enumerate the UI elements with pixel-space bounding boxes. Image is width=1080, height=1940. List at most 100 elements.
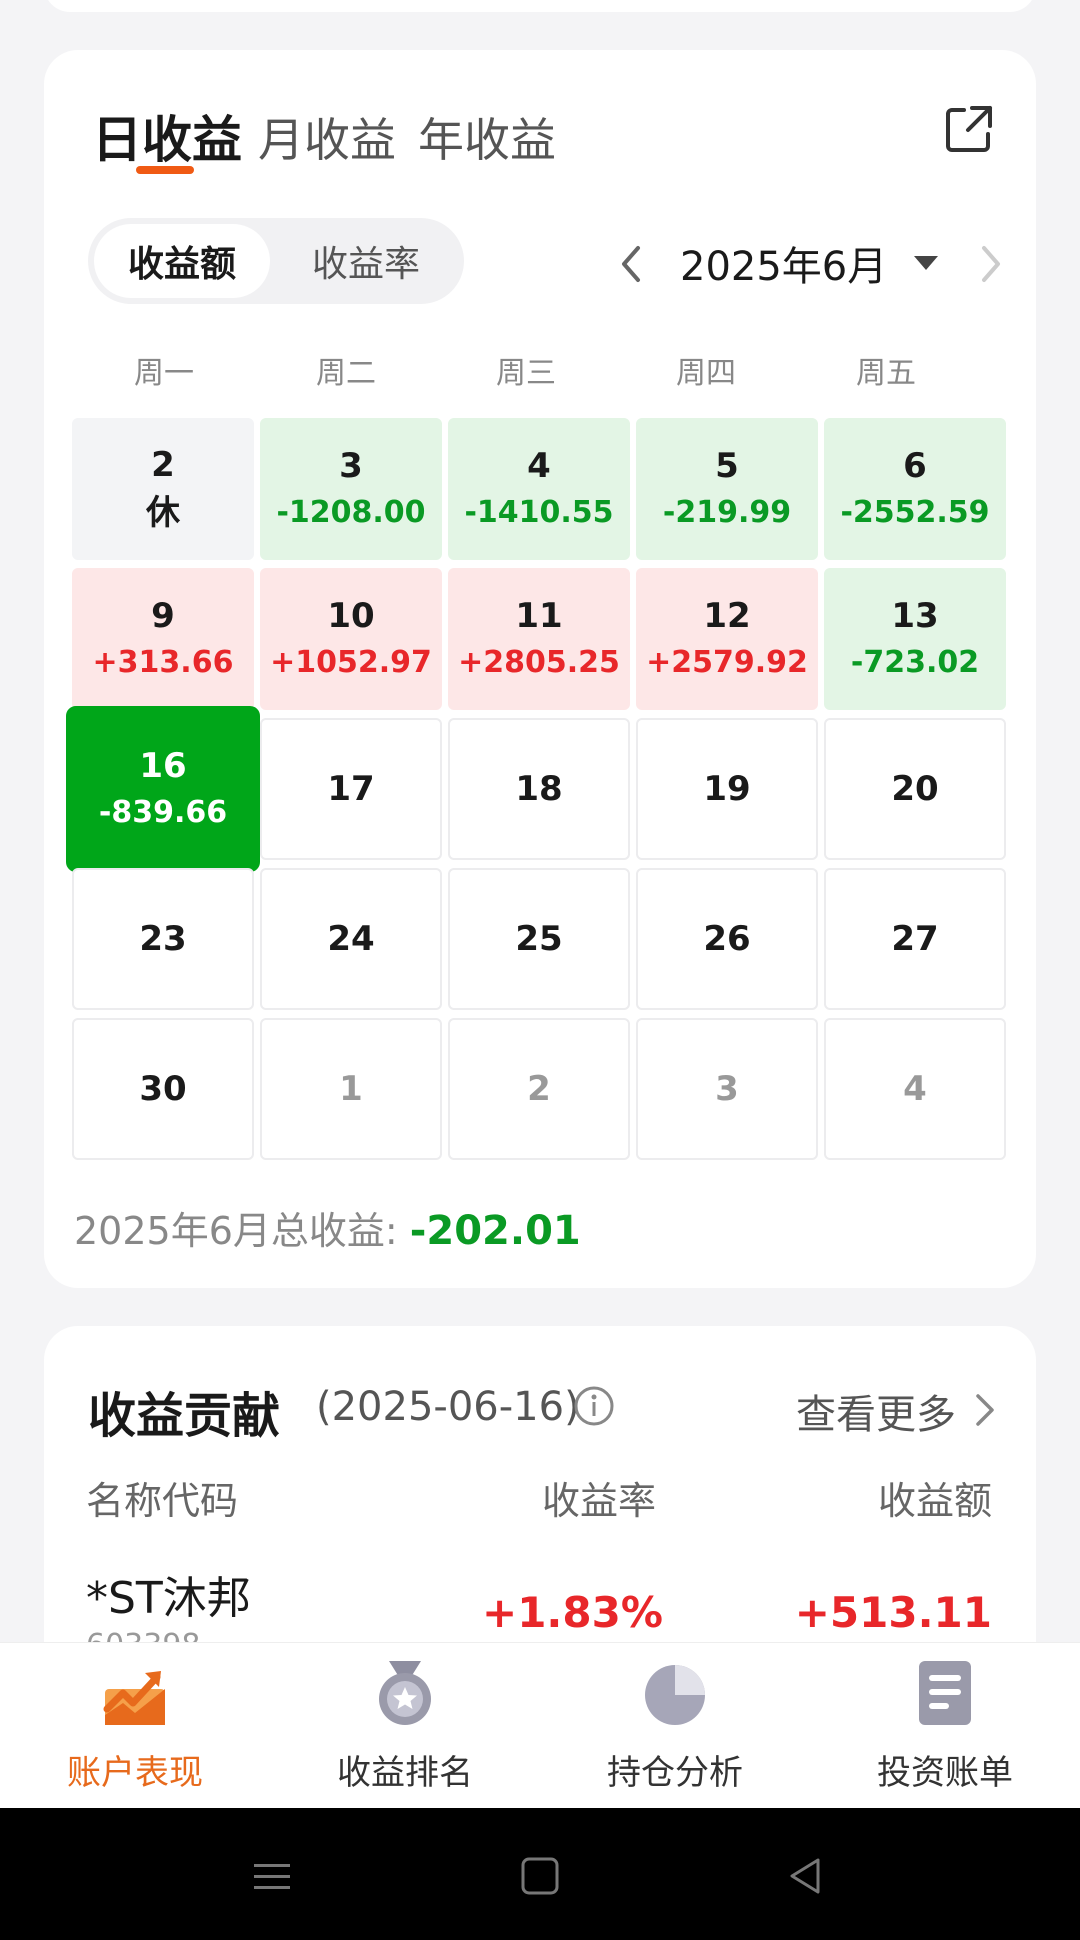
- calendar-day-cell[interactable]: 3: [636, 1018, 818, 1160]
- toggle-amount[interactable]: 收益额: [94, 224, 270, 298]
- share-icon[interactable]: [940, 100, 998, 158]
- day-earnings: +1052.97: [270, 645, 432, 680]
- day-number: 16: [139, 746, 187, 786]
- calendar-day-cell[interactable]: 12 +2579.92: [636, 568, 818, 710]
- holding-rate: +1.83%: [482, 1588, 663, 1637]
- tab-yearly[interactable]: 年收益: [418, 104, 556, 170]
- calendar-day-cell[interactable]: 13 -723.02: [824, 568, 1006, 710]
- column-header-amount[interactable]: 收益额: [878, 1470, 992, 1525]
- prev-month-chevron-icon[interactable]: [610, 234, 654, 294]
- column-header-name: 名称代码: [86, 1479, 239, 1523]
- day-number: 19: [703, 769, 751, 809]
- nav-holdings-analysis[interactable]: 持仓分析: [540, 1643, 810, 1809]
- nav-label-investment-bill: 投资账单: [877, 1753, 1013, 1793]
- column-header-rate[interactable]: 收益率: [542, 1470, 656, 1525]
- active-tab-underline: [136, 166, 194, 174]
- day-earnings: -1410.55: [464, 495, 614, 530]
- day-number: 10: [327, 596, 375, 636]
- day-earnings: +2805.25: [458, 645, 620, 680]
- calendar-day-cell[interactable]: 23: [72, 868, 254, 1010]
- day-earnings: -839.66: [98, 795, 228, 830]
- calendar-day-cell[interactable]: 4 -1410.55: [448, 418, 630, 560]
- medal-icon: [379, 1661, 431, 1725]
- calendar-day-cell[interactable]: 18: [448, 718, 630, 860]
- holiday-label: 休: [146, 493, 180, 533]
- contribution-date: (2025-06-16): [316, 1384, 580, 1430]
- contribution-title: 收益贡献: [88, 1388, 281, 1444]
- nav-label-account-performance: 账户表现: [67, 1753, 203, 1793]
- calendar-day-cell[interactable]: 25: [448, 868, 630, 1010]
- day-earnings: +2579.92: [646, 645, 808, 680]
- calendar-day-cell[interactable]: 2: [448, 1018, 630, 1160]
- nav-investment-bill[interactable]: 投资账单: [810, 1643, 1080, 1809]
- bottom-nav: 账户表现 收益排名 持仓分析 投资账单: [0, 1642, 1080, 1808]
- day-number: 11: [515, 596, 563, 636]
- nav-label-holdings-analysis: 持仓分析: [607, 1753, 743, 1793]
- calendar-day-cell[interactable]: 11 +2805.25: [448, 568, 630, 710]
- day-earnings: -2552.59: [840, 495, 990, 530]
- calendar-day-cell[interactable]: 10 +1052.97: [260, 568, 442, 710]
- top-card-edge: [44, 0, 1036, 12]
- calendar-day-cell[interactable]: 27: [824, 868, 1006, 1010]
- calendar-day-cell[interactable]: 17: [260, 718, 442, 860]
- day-number: 24: [327, 919, 375, 959]
- day-number: 23: [139, 919, 187, 959]
- calendar-day-cell[interactable]: 20: [824, 718, 1006, 860]
- day-number: 5: [715, 446, 739, 486]
- calendar-day-cell[interactable]: 16 -839.66: [66, 706, 260, 872]
- home-icon[interactable]: [518, 1854, 562, 1898]
- month-total-label: 2025年6月总收益:: [74, 1209, 410, 1253]
- nav-account-performance[interactable]: 账户表现: [0, 1643, 270, 1809]
- view-more-link[interactable]: 查看更多: [796, 1382, 956, 1440]
- tab-monthly[interactable]: 月收益: [258, 104, 396, 170]
- chevron-right-icon[interactable]: [972, 1390, 998, 1430]
- next-month-chevron-icon[interactable]: [968, 234, 1012, 294]
- weekday-label: 周三: [496, 356, 556, 391]
- day-number: 3: [339, 446, 363, 486]
- calendar-day-cell[interactable]: 19: [636, 718, 818, 860]
- holding-amount: +513.11: [794, 1588, 992, 1637]
- calendar-day-cell[interactable]: 3 -1208.00: [260, 418, 442, 560]
- day-earnings: -1208.00: [276, 495, 426, 530]
- weekday-label: 周五: [856, 356, 916, 391]
- day-number: 9: [151, 596, 175, 636]
- month-total-amount: -202.01: [409, 1208, 581, 1254]
- nav-earnings-ranking[interactable]: 收益排名: [270, 1643, 540, 1809]
- calendar-day-cell[interactable]: 26: [636, 868, 818, 1010]
- month-dropdown-icon[interactable]: [906, 248, 946, 278]
- day-number: 1: [339, 1069, 363, 1109]
- daily-earnings-card: 日收益 月收益 年收益 收益额 收益率 2025年6月 周一 周二 周三 周四 周五 2…: [44, 50, 1036, 1288]
- document-icon: [919, 1661, 971, 1725]
- day-number: 27: [891, 919, 939, 959]
- day-number: 17: [327, 769, 375, 809]
- calendar-day-cell[interactable]: 24: [260, 868, 442, 1010]
- weekday-label: 周二: [316, 356, 376, 391]
- tab-daily[interactable]: 日收益: [92, 100, 242, 172]
- day-number: 4: [527, 446, 551, 486]
- trend-chart-icon: [103, 1671, 165, 1725]
- calendar-day-cell[interactable]: 1: [260, 1018, 442, 1160]
- day-number: 30: [139, 1069, 187, 1109]
- calendar-day-cell[interactable]: 5 -219.99: [636, 418, 818, 560]
- month-label[interactable]: 2025年6月: [680, 234, 887, 292]
- calendar-day-cell[interactable]: 30: [72, 1018, 254, 1160]
- weekday-label: 周一: [134, 356, 194, 391]
- back-icon[interactable]: [784, 1854, 828, 1898]
- calendar-day-cell[interactable]: 9 +313.66: [72, 568, 254, 710]
- day-number: 12: [703, 596, 751, 636]
- day-number: 6: [903, 446, 927, 486]
- pie-chart-icon: [645, 1665, 705, 1725]
- day-number: 3: [715, 1069, 739, 1109]
- info-icon[interactable]: [572, 1384, 616, 1428]
- menu-icon[interactable]: [250, 1854, 294, 1898]
- day-number: 20: [891, 769, 939, 809]
- day-number: 2: [151, 445, 175, 485]
- calendar-day-cell[interactable]: 2休: [72, 418, 254, 560]
- calendar-day-cell[interactable]: 4: [824, 1018, 1006, 1160]
- toggle-rate[interactable]: 收益率: [278, 224, 454, 298]
- day-number: 26: [703, 919, 751, 959]
- day-earnings: -723.02: [850, 645, 980, 680]
- holding-name[interactable]: *ST沐邦: [86, 1562, 251, 1626]
- system-nav-bar: [0, 1808, 1080, 1940]
- calendar-day-cell[interactable]: 6 -2552.59: [824, 418, 1006, 560]
